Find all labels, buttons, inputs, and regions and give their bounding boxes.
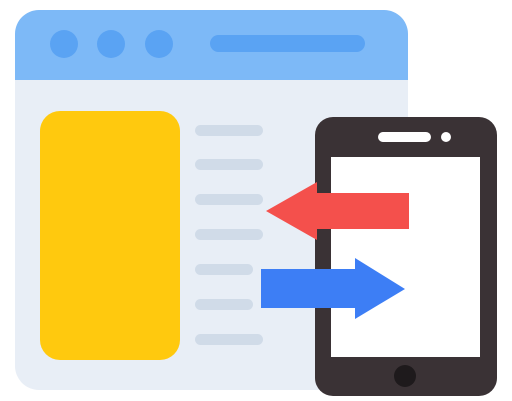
tablet-device-icon <box>315 117 497 396</box>
home-button-icon <box>394 365 416 387</box>
text-line-icon <box>195 334 263 345</box>
illustration-svg <box>15 10 497 396</box>
text-line-icon <box>195 299 253 310</box>
speaker-slot-icon <box>378 132 431 142</box>
front-camera-icon <box>441 132 451 142</box>
text-line-icon <box>195 264 253 275</box>
text-line-icon <box>195 159 263 170</box>
window-dot-icon <box>97 30 125 58</box>
text-line-icon <box>195 194 263 205</box>
address-bar-icon <box>210 35 365 52</box>
text-line-icon <box>195 229 263 240</box>
text-line-icon <box>195 125 263 136</box>
window-dot-icon <box>145 30 173 58</box>
content-card-icon <box>40 111 180 360</box>
tablet-screen <box>331 157 480 357</box>
sync-illustration <box>0 0 512 401</box>
window-dot-icon <box>50 30 78 58</box>
